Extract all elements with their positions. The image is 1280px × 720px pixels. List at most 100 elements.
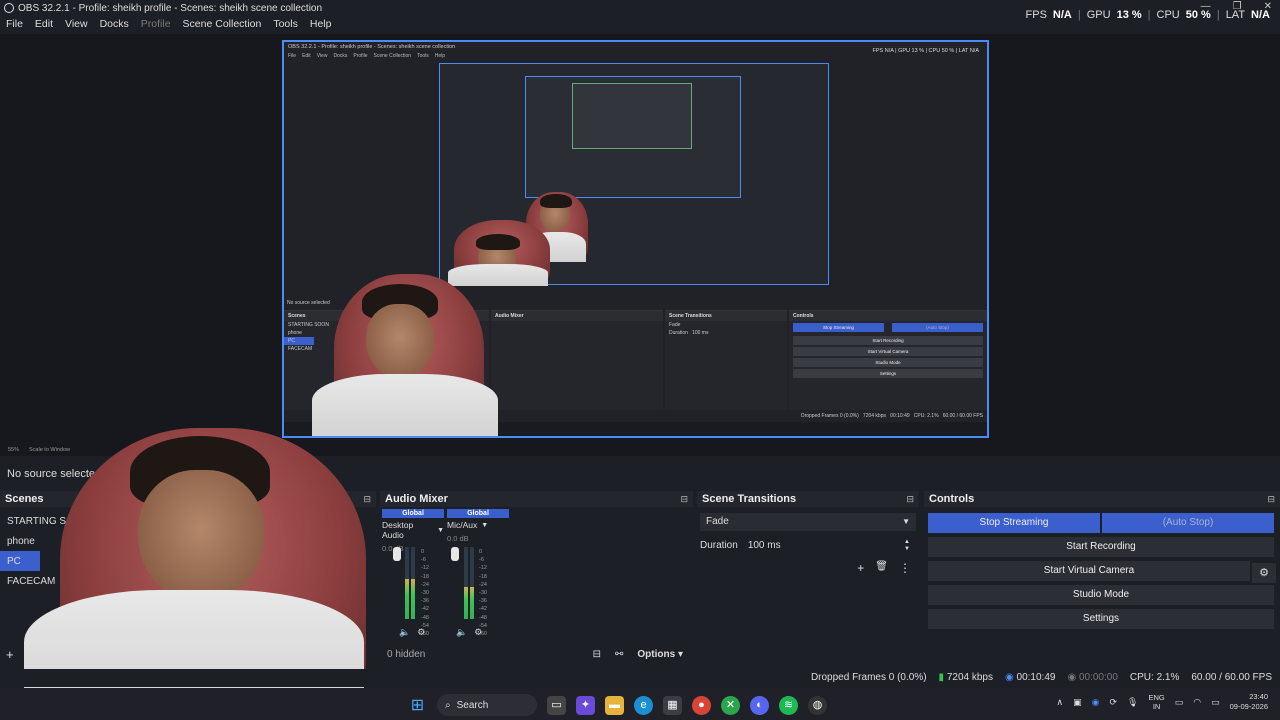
link-icon[interactable]: ⚯ bbox=[615, 649, 623, 660]
menu-scene-collection[interactable]: Scene Collection bbox=[183, 16, 262, 32]
chevron-down-icon: ▼ bbox=[902, 517, 910, 526]
monitor-icon[interactable]: ▭ bbox=[1175, 697, 1184, 708]
tray-app-icon[interactable]: ⟳ bbox=[1109, 697, 1117, 708]
edge-icon[interactable]: e bbox=[634, 695, 653, 715]
obs-taskbar-icon[interactable]: ◍ bbox=[808, 695, 827, 715]
channel-db: 0.0 dB bbox=[447, 534, 469, 543]
menu-tools[interactable]: Tools bbox=[273, 16, 298, 32]
scene-transitions-header: Scene Transitions ⊟ bbox=[697, 491, 919, 507]
volume-slider-desktop[interactable] bbox=[393, 547, 401, 619]
nested-menu: File Edit View Docks Profile Scene Collection… bbox=[288, 53, 446, 59]
duration-row: Duration 100 ms ▲ ▼ bbox=[700, 539, 916, 553]
start-virtual-camera-button[interactable]: Start Virtual Camera bbox=[928, 561, 1250, 581]
wifi-icon[interactable]: ◠ bbox=[1193, 697, 1201, 708]
remove-transition-icon[interactable]: 🗑 bbox=[875, 561, 888, 575]
menu-view[interactable]: View bbox=[65, 16, 88, 32]
chrome-icon[interactable]: ● bbox=[692, 695, 711, 715]
spotify-icon[interactable]: ≋ bbox=[779, 695, 798, 715]
cpu-value: 50 % bbox=[1185, 9, 1211, 21]
settings-button[interactable]: Settings bbox=[928, 609, 1274, 629]
audio-mixer-header: Audio Mixer ⊟ bbox=[380, 491, 693, 507]
xbox-icon[interactable]: ✕ bbox=[721, 695, 740, 715]
meter-desktop-r bbox=[411, 547, 415, 619]
menu-edit[interactable]: Edit bbox=[35, 16, 53, 32]
windows-start-icon[interactable]: ⊞ bbox=[408, 696, 427, 715]
search-icon: ⌕ bbox=[445, 699, 451, 711]
scene-item-pc[interactable]: PC bbox=[0, 551, 40, 571]
layout-icon[interactable]: ⊟ bbox=[593, 649, 601, 660]
meter-scale: 0 -6 -12 -18 -24 -30 -36 -42 -48 -54 -60 bbox=[479, 549, 487, 638]
controls-title: Controls bbox=[929, 493, 975, 505]
duration-label: Duration bbox=[700, 540, 738, 551]
nested-source-bar: No source selected bbox=[287, 300, 330, 306]
cpu-usage: CPU: 2.1% bbox=[1129, 672, 1180, 683]
file-explorer-icon[interactable]: ▬ bbox=[605, 695, 624, 715]
duration-input[interactable]: 100 ms bbox=[748, 540, 781, 551]
no-source-label: No source selected bbox=[7, 468, 102, 480]
menu-profile[interactable]: Profile bbox=[141, 16, 171, 32]
menu-docks[interactable]: Docks bbox=[100, 16, 129, 32]
duration-stepper[interactable]: ▲ ▼ bbox=[904, 539, 910, 553]
chevron-up-icon[interactable]: ∧ bbox=[1057, 697, 1064, 708]
search-label: Search bbox=[456, 699, 489, 711]
menu-help[interactable]: Help bbox=[310, 16, 332, 32]
zoom-level[interactable]: 55% bbox=[8, 447, 19, 453]
scenes-title: Scenes bbox=[5, 493, 44, 505]
virtual-camera-gear-icon[interactable]: ⚙ bbox=[1252, 563, 1276, 583]
signal-icon: ▮ bbox=[938, 672, 945, 683]
dock-menu-icon[interactable]: ⊟ bbox=[680, 494, 688, 505]
task-view-icon[interactable]: ▭ bbox=[547, 695, 566, 715]
taskbar-search[interactable]: ⌕ Search bbox=[437, 694, 537, 716]
options-button[interactable]: Options ▾ bbox=[637, 649, 683, 660]
studio-mode-button[interactable]: Studio Mode bbox=[928, 585, 1274, 605]
add-transition-icon[interactable]: + bbox=[857, 561, 864, 575]
transition-actions: + 🗑 ⋮ bbox=[857, 561, 911, 575]
zoom-mode[interactable]: Scale to Window bbox=[29, 447, 70, 453]
speaker-icon[interactable]: 🔈 bbox=[456, 627, 467, 638]
volume-slider-mic[interactable] bbox=[451, 547, 459, 619]
clock[interactable]: 23:40 09-09-2026 bbox=[1230, 692, 1268, 712]
more-options-icon[interactable]: ⋮ bbox=[899, 561, 911, 575]
fps-label: FPS bbox=[1025, 9, 1047, 21]
menu-file[interactable]: File bbox=[6, 16, 23, 32]
microphone-icon[interactable]: 🎙 bbox=[1127, 697, 1138, 708]
nested-preview-inner bbox=[525, 76, 741, 198]
gpu-value: 13 % bbox=[1116, 9, 1142, 21]
store-icon[interactable]: ▦ bbox=[663, 695, 682, 715]
battery-icon[interactable]: ▭ bbox=[1211, 697, 1220, 708]
nested-preview-innermost bbox=[572, 83, 692, 149]
gear-icon[interactable]: ⚙ bbox=[417, 627, 425, 638]
cpu-label: CPU bbox=[1156, 9, 1180, 21]
lat-value: N/A bbox=[1251, 9, 1270, 21]
speaker-icon[interactable]: 🔈 bbox=[399, 627, 410, 638]
dropped-frames: Dropped Frames 0 (0.0%) bbox=[810, 672, 927, 683]
scene-label: PC bbox=[7, 555, 21, 567]
dock-menu-icon[interactable]: ⊟ bbox=[1267, 494, 1275, 505]
discord-icon[interactable]: ◐ bbox=[750, 695, 769, 715]
add-scene-icon[interactable]: + bbox=[6, 647, 14, 662]
meter-fill bbox=[405, 579, 409, 619]
tray-app-icon[interactable]: ▣ bbox=[1073, 697, 1082, 708]
meter-fill bbox=[464, 586, 468, 619]
stop-streaming-button[interactable]: Stop Streaming bbox=[928, 513, 1100, 533]
dock-menu-icon[interactable]: ⊟ bbox=[906, 494, 914, 505]
meter-mic-r bbox=[470, 547, 474, 619]
transition-select[interactable]: Fade ▼ bbox=[700, 513, 916, 531]
program-preview[interactable]: OBS 32.2.1 - Profile: sheikh profile - S… bbox=[282, 40, 989, 438]
start-recording-button[interactable]: Start Recording bbox=[928, 537, 1274, 557]
chevron-down-icon[interactable]: ▼ bbox=[437, 527, 444, 534]
nested-preview bbox=[439, 63, 829, 286]
webcam-face bbox=[138, 470, 264, 602]
gear-icon[interactable]: ⚙ bbox=[474, 627, 482, 638]
nested-statusbar: Dropped Frames 0 (0.0%) 7204 kbps 00:10:… bbox=[800, 413, 983, 419]
separator: | bbox=[1147, 9, 1151, 21]
gpu-label: GPU bbox=[1086, 9, 1111, 21]
dock-menu-icon[interactable]: ⊟ bbox=[363, 494, 371, 505]
copilot-icon[interactable]: ✦ bbox=[576, 695, 595, 715]
language-indicator[interactable]: ENG IN bbox=[1148, 693, 1164, 711]
chevron-down-icon[interactable]: ▼ bbox=[481, 522, 488, 529]
tray-app-icon[interactable]: ◉ bbox=[1092, 697, 1100, 708]
auto-stop-button[interactable]: (Auto Stop) bbox=[1102, 513, 1274, 533]
scene-transitions-dock: Scene Transitions ⊟ Fade ▼ Duration 100 … bbox=[697, 491, 919, 665]
global-badge: Global bbox=[382, 509, 444, 518]
